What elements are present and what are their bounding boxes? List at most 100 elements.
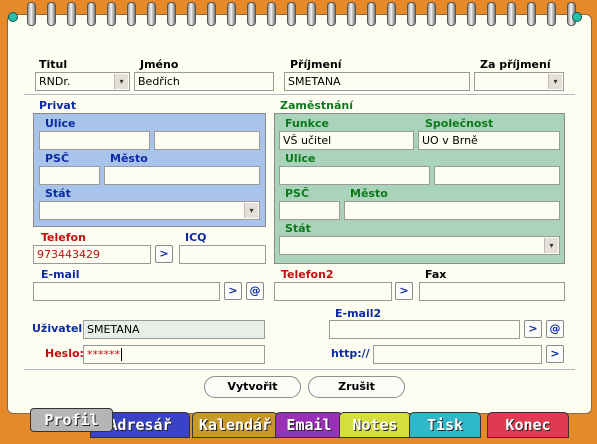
jmeno-field[interactable]: Bedřich <box>134 72 274 91</box>
chevron-down-icon[interactable]: ▾ <box>548 74 562 89</box>
telefon-field[interactable]: 973443429 <box>33 245 151 264</box>
binding-ring-icon <box>487 2 496 26</box>
privat-ulice-field-2[interactable] <box>154 131 260 150</box>
privat-mesto-field[interactable] <box>104 166 260 185</box>
fax-label: Fax <box>425 268 447 281</box>
binding-ring-icon <box>407 2 416 26</box>
titul-label: Titul <box>39 58 68 71</box>
funkce-label: Funkce <box>285 117 329 130</box>
http-go-button[interactable]: > <box>546 345 564 363</box>
binding-ring-icon <box>307 2 316 26</box>
binding-ring-icon <box>547 2 556 26</box>
cancel-button[interactable]: Zrušit <box>308 376 405 398</box>
binding-ring-icon <box>347 2 356 26</box>
privat-stat-select[interactable]: ▾ <box>39 201 260 220</box>
binding-ring-icon <box>507 2 516 26</box>
titul-select[interactable]: RNDr. ▾ <box>35 72 130 91</box>
zam-ulice-label: Ulice <box>285 152 316 165</box>
binding-ring-icon <box>247 2 256 26</box>
text-cursor: ​ <box>121 348 122 361</box>
binding-ring-icon <box>267 2 276 26</box>
zam-psc-label: PSČ <box>285 187 310 200</box>
email-label: E-mail <box>41 268 80 281</box>
za-prijmeni-label: Za příjmení <box>480 58 551 71</box>
chevron-down-icon[interactable]: ▾ <box>244 203 258 218</box>
binding-ring-icon <box>207 2 216 26</box>
privat-title: Privat <box>39 99 77 112</box>
telefon2-label: Telefon2 <box>281 268 334 281</box>
zam-psc-field[interactable] <box>279 201 340 220</box>
email-at-button[interactable]: @ <box>246 282 264 300</box>
chevron-down-icon[interactable]: ▾ <box>544 238 558 253</box>
email2-field[interactable] <box>329 320 520 339</box>
chevron-down-icon[interactable]: ▾ <box>114 74 128 89</box>
binding-ring-icon <box>67 2 76 26</box>
binding-ring-icon <box>127 2 136 26</box>
binding-ring-icon <box>47 2 56 26</box>
za-prijmeni-select[interactable]: ▾ <box>474 72 564 91</box>
telefon2-go-button[interactable]: > <box>395 282 413 300</box>
binding-ring-icon <box>187 2 196 26</box>
binding-ring-icon <box>527 2 536 26</box>
binding-ring-icon <box>367 2 376 26</box>
funkce-field[interactable]: VŠ učitel <box>279 131 414 150</box>
privat-ulice-field-1[interactable] <box>39 131 150 150</box>
zam-mesto-field[interactable] <box>344 201 560 220</box>
telefon-label: Telefon <box>41 231 86 244</box>
binding-ring-icon <box>87 2 96 26</box>
spiral-binding <box>0 0 597 30</box>
heslo-field[interactable]: ******​ <box>83 345 265 364</box>
email-field[interactable] <box>33 282 220 301</box>
binding-ring-icon <box>227 2 236 26</box>
divider-bottom <box>24 369 575 371</box>
spolecnost-label: Společnost <box>425 117 494 130</box>
privat-psc-field[interactable] <box>39 166 100 185</box>
tab-profil[interactable]: Profil <box>30 408 113 432</box>
tab-email[interactable]: Email <box>275 412 343 438</box>
binding-end-right-icon <box>572 12 582 22</box>
email-go-button[interactable]: > <box>224 282 242 300</box>
zam-stat-select[interactable]: ▾ <box>279 236 560 255</box>
uzivatel-field[interactable]: SMETANA <box>83 320 265 339</box>
binding-ring-icon <box>327 2 336 26</box>
binding-ring-icon <box>467 2 476 26</box>
zam-ulice-field-1[interactable] <box>279 166 430 185</box>
telefon-go-button[interactable]: > <box>155 245 173 263</box>
email2-go-button[interactable]: > <box>524 320 542 338</box>
icq-field[interactable] <box>179 245 266 264</box>
http-field[interactable] <box>373 345 542 364</box>
email2-at-button[interactable]: @ <box>546 320 564 338</box>
binding-ring-icon <box>427 2 436 26</box>
heslo-value: ****** <box>87 348 120 361</box>
tab-notes[interactable]: Notes <box>339 412 411 438</box>
binding-ring-icon <box>447 2 456 26</box>
email2-label: E-mail2 <box>335 307 382 320</box>
binding-end-left-icon <box>8 12 18 22</box>
divider-top <box>24 94 575 96</box>
titul-value: RNDr. <box>39 75 71 88</box>
binding-ring-icon <box>107 2 116 26</box>
binding-ring-icon <box>167 2 176 26</box>
tab-kalendar[interactable]: Kalendář <box>192 412 278 438</box>
uzivatel-label: Uživatel: <box>32 322 87 335</box>
spolecnost-field[interactable]: UO v Brně <box>418 131 560 150</box>
privat-stat-label: Stát <box>45 187 71 200</box>
zamestnani-title: Zaměstnání <box>280 99 353 112</box>
create-button[interactable]: Vytvořit <box>204 376 301 398</box>
binding-ring-icon <box>287 2 296 26</box>
heslo-label: Heslo: <box>45 347 84 360</box>
binding-ring-icon <box>27 2 36 26</box>
privat-ulice-label: Ulice <box>45 117 76 130</box>
fax-field[interactable] <box>419 282 565 301</box>
http-label: http:// <box>331 347 370 360</box>
tab-konec[interactable]: Konec <box>487 412 569 438</box>
prijmeni-field[interactable]: SMETANA <box>284 72 470 91</box>
privat-psc-label: PSČ <box>45 152 70 165</box>
zam-ulice-field-2[interactable] <box>434 166 560 185</box>
telefon2-field[interactable] <box>274 282 392 301</box>
jmeno-label: Jméno <box>140 58 179 71</box>
binding-ring-icon <box>147 2 156 26</box>
privat-mesto-label: Město <box>110 152 148 165</box>
tab-tisk[interactable]: Tisk <box>409 412 481 438</box>
zam-mesto-label: Město <box>350 187 388 200</box>
